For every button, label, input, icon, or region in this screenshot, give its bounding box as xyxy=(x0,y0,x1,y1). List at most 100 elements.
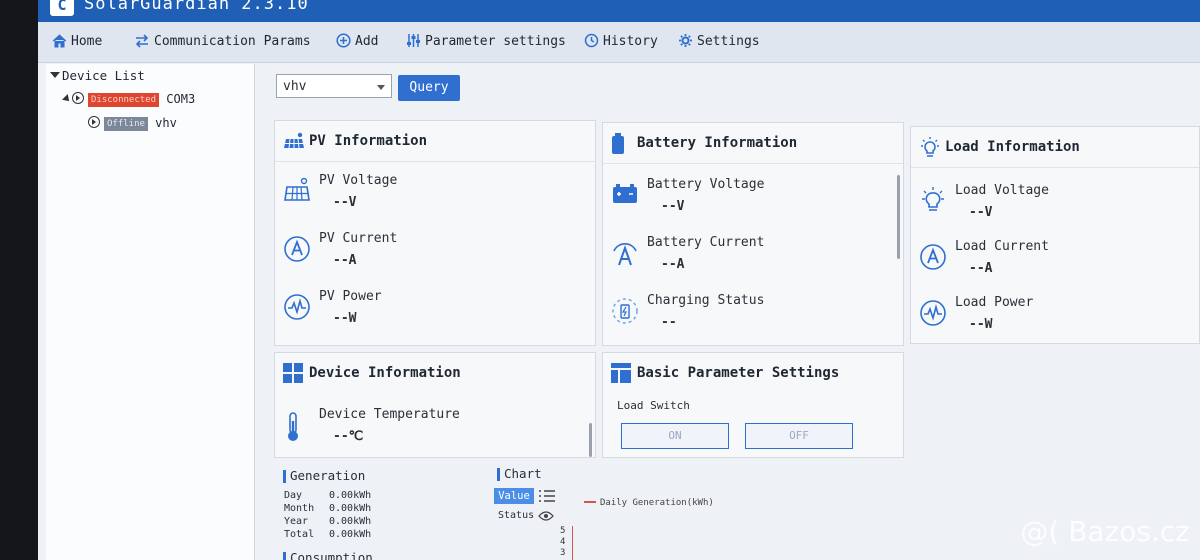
menu-communication-params[interactable]: Communication Params xyxy=(134,30,311,54)
device-temperature-row: Device Temperature --℃ xyxy=(275,405,595,455)
device-select-value: vhv xyxy=(283,79,307,94)
load-current-value: --A xyxy=(969,261,993,276)
pv-voltage-label: PV Voltage xyxy=(319,173,398,188)
consumption-title: Consumption xyxy=(283,550,373,560)
battery-current-label: Battery Current xyxy=(647,235,765,250)
load-current-row: Load Current --A xyxy=(911,237,1199,287)
expand-triangle-icon[interactable] xyxy=(50,72,60,78)
menu-home-label: Home xyxy=(71,34,103,49)
pv-power-value: --W xyxy=(333,311,357,326)
chart-ytick-5: 5 xyxy=(560,526,566,536)
pv-power-row: PV Power --W xyxy=(275,287,595,337)
app-window: C SolarGuardian 2.3.10 Home Communicatio… xyxy=(38,0,1200,560)
eye-icon[interactable] xyxy=(538,510,554,522)
ampere-icon xyxy=(284,236,310,262)
load-card-title: Load Information xyxy=(945,139,1080,155)
device-tree-item-com3[interactable]: Disconnected COM3 xyxy=(62,92,196,107)
menu-history[interactable]: History xyxy=(584,30,658,54)
pv-power-label: PV Power xyxy=(319,289,382,304)
power-wave-icon xyxy=(920,300,946,326)
device-tree-item-vhv[interactable]: Offline vhv xyxy=(88,116,177,131)
title-bar: C SolarGuardian 2.3.10 xyxy=(38,0,1200,22)
ampere-icon xyxy=(920,244,946,270)
expand-triangle-icon[interactable] xyxy=(62,94,72,104)
solar-panel-icon xyxy=(284,177,310,201)
menu-home[interactable]: Home xyxy=(52,30,102,54)
device-select[interactable]: vhv xyxy=(276,74,392,98)
load-card-header: Load Information xyxy=(911,127,1199,168)
device-temperature-label: Device Temperature xyxy=(319,407,460,422)
generation-total-label: Total xyxy=(284,529,315,540)
ampere-icon xyxy=(613,243,637,266)
device-temperature-value: --℃ xyxy=(333,429,364,444)
chart-title: Chart xyxy=(497,466,542,481)
basic-parameter-settings-card: Basic Parameter Settings Load Switch ON … xyxy=(602,352,904,458)
charging-icon xyxy=(612,298,638,324)
device-list-title: Device List xyxy=(62,68,145,83)
load-voltage-row: Load Voltage --V xyxy=(911,181,1199,231)
generation-year-label: Year xyxy=(284,516,309,527)
charging-status-label: Charging Status xyxy=(647,293,765,308)
query-button[interactable]: Query xyxy=(398,75,460,101)
app-title: SolarGuardian 2.3.10 xyxy=(84,0,309,14)
app-logo: C xyxy=(50,0,74,16)
generation-row-month: Month 0.00kWh xyxy=(284,503,371,514)
gear-icon xyxy=(679,34,692,47)
load-current-label: Load Current xyxy=(955,239,1049,254)
device-list-panel: Device List Disconnected COM3 Offline vh… xyxy=(46,64,255,560)
generation-row-year: Year 0.00kWh xyxy=(284,516,371,527)
device-list-root[interactable]: Device List xyxy=(50,68,145,83)
battery-current-row: Battery Current --A xyxy=(603,233,903,283)
device-name-com3: COM3 xyxy=(166,92,196,106)
load-voltage-label: Load Voltage xyxy=(955,183,1049,198)
add-circle-icon xyxy=(336,33,351,48)
generation-month-label: Month xyxy=(284,503,315,514)
battery-card-scrollbar[interactable] xyxy=(897,175,900,259)
pv-voltage-row: PV Voltage --V xyxy=(275,171,595,221)
chevron-down-icon xyxy=(377,85,385,90)
device-name-vhv: vhv xyxy=(155,116,177,130)
basic-card-title: Basic Parameter Settings xyxy=(637,365,840,381)
device-card-title: Device Information xyxy=(309,365,461,381)
menu-parameter-settings[interactable]: Parameter settings xyxy=(406,30,566,54)
pv-card-title: PV Information xyxy=(309,133,428,149)
menu-settings[interactable]: Settings xyxy=(678,30,760,54)
generation-month-value: 0.00kWh xyxy=(329,503,372,514)
main-content: vhv Query PV Information PV Voltage --V … xyxy=(268,66,1200,560)
load-power-label: Load Power xyxy=(955,295,1034,310)
generation-title: Generation xyxy=(282,468,366,483)
charging-status-value: -- xyxy=(661,315,677,330)
monitor-bezel xyxy=(0,0,38,560)
generation-day-label: Day xyxy=(284,490,303,501)
generation-year-value: 0.00kWh xyxy=(329,516,372,527)
watermark-text: @( Bazos.cz xyxy=(1020,515,1190,548)
menu-history-label: History xyxy=(603,34,658,49)
list-icon[interactable] xyxy=(538,488,556,504)
chart-ytick-4: 4 xyxy=(560,537,566,547)
load-switch-on-button[interactable]: ON xyxy=(621,423,729,449)
menu-bar: Home Communication Params Add Parameter … xyxy=(38,22,1200,63)
load-power-value: --W xyxy=(969,317,993,332)
menu-add-label: Add xyxy=(355,34,379,49)
menu-communication-params-label: Communication Params xyxy=(154,34,311,49)
device-card-scrollbar[interactable] xyxy=(589,423,592,457)
load-switch-off-button[interactable]: OFF xyxy=(745,423,853,449)
battery-current-value: --A xyxy=(661,257,685,272)
chart-status-label[interactable]: Status xyxy=(498,510,534,521)
pv-current-label: PV Current xyxy=(319,231,398,246)
swap-arrows-icon xyxy=(135,34,149,48)
pv-current-row: PV Current --A xyxy=(275,229,595,279)
history-icon xyxy=(584,33,599,48)
thermometer-icon xyxy=(288,412,298,441)
pv-current-value: --A xyxy=(333,253,357,268)
generation-day-value: 0.00kWh xyxy=(329,490,372,501)
battery-voltage-row: Battery Voltage --V xyxy=(603,175,903,225)
chart-value-tab[interactable]: Value xyxy=(494,488,534,504)
battery-card-title: Battery Information xyxy=(637,135,798,151)
battery-voltage-value: --V xyxy=(661,199,685,214)
play-circle-icon xyxy=(88,116,100,128)
pv-information-card: PV Information PV Voltage --V PV Current… xyxy=(274,120,596,346)
chart-legend-daily-generation: Daily Generation(kWh) xyxy=(584,498,714,508)
battery-voltage-label: Battery Voltage xyxy=(647,177,765,192)
menu-add[interactable]: Add xyxy=(336,30,378,54)
